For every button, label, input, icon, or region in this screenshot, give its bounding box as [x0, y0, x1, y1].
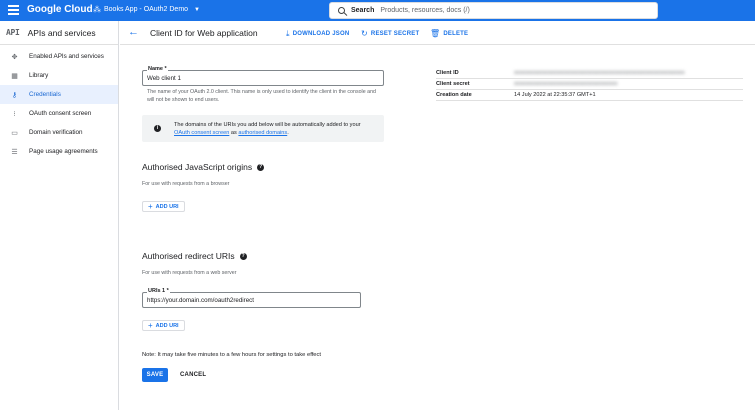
- api-icon: API: [6, 28, 20, 37]
- oauth-consent-screen-link[interactable]: OAuth consent screen: [174, 130, 229, 136]
- redirect-uri-field[interactable]: URIs 1 * https://your.domain.com/oauth2r…: [142, 288, 361, 308]
- info-text: The domains of the URIs you add below wi…: [174, 121, 374, 137]
- search-input[interactable]: Products, resources, docs (/): [380, 7, 469, 14]
- sidebar-item-label: Page usage agreements: [29, 148, 98, 155]
- key-icon: ⚷: [11, 91, 18, 99]
- sidebar-header: API APIs and services: [0, 21, 118, 45]
- page-header: ← Client ID for Web application ⤓ DOWNLO…: [120, 21, 755, 45]
- save-button[interactable]: SAVE: [142, 368, 168, 382]
- hub-icon: ✥: [11, 53, 18, 61]
- sidebar-item-enabled-apis[interactable]: ✥ Enabled APIs and services: [0, 47, 118, 66]
- project-name: Books App - OAuth2 Demo: [104, 6, 189, 13]
- redirect-uris-title: Authorised redirect URIs ?: [142, 251, 247, 261]
- sidebar-item-oauth-consent[interactable]: ⁝ OAuth consent screen: [0, 104, 118, 123]
- propagation-note: Note: It may take five minutes to a few …: [142, 352, 322, 358]
- reset-secret-label: RESET SECRET: [370, 30, 420, 37]
- domain-icon: ▭: [11, 129, 18, 137]
- help-icon[interactable]: ?: [239, 252, 247, 260]
- client-secret-row: Client secret xxxxxxxxxxxxxxxxxxxxxxxxxx…: [436, 79, 743, 90]
- info-text-part: The domains of the URIs you add below wi…: [174, 122, 361, 128]
- name-field-label: Name *: [147, 66, 168, 72]
- help-icon[interactable]: ?: [257, 163, 265, 171]
- name-input[interactable]: Web client 1: [147, 75, 181, 82]
- sidebar-item-domain-verification[interactable]: ▭ Domain verification: [0, 123, 118, 142]
- name-field[interactable]: Name * Web client 1: [142, 66, 384, 86]
- creation-date-label: Creation date: [436, 92, 472, 98]
- download-json-label: DOWNLOAD JSON: [292, 31, 350, 37]
- add-redirect-uri-button[interactable]: + ADD URI: [142, 320, 185, 331]
- client-id-row: Client ID xxxxxxxxxxxxxxxxxxxxxxxxxxxxxx…: [436, 68, 743, 79]
- sidebar-item-credentials[interactable]: ⚷ Credentials: [0, 85, 118, 104]
- trash-icon: 🗑: [430, 29, 441, 38]
- client-details: Client ID xxxxxxxxxxxxxxxxxxxxxxxxxxxxxx…: [436, 68, 743, 101]
- search-icon: [338, 7, 345, 14]
- client-secret-label: Client secret: [436, 81, 470, 87]
- sidebar-title: APIs and services: [27, 27, 96, 38]
- js-origins-title: Authorised JavaScript origins ?: [142, 162, 265, 172]
- hamburger-menu-icon[interactable]: [8, 5, 19, 16]
- creation-date-value: 14 July 2022 at 22:35:37 GMT+1: [514, 92, 596, 98]
- sidebar-item-page-usage[interactable]: ☰ Page usage agreements: [0, 142, 118, 161]
- add-uri-label: ADD URI: [155, 203, 179, 210]
- top-app-bar: Google Cloud ⁂ Books App - OAuth2 Demo ▼…: [0, 0, 755, 21]
- plus-icon: +: [148, 321, 153, 330]
- sidebar-item-label: Enabled APIs and services: [29, 53, 104, 60]
- project-selector[interactable]: ⁂ Books App - OAuth2 Demo ▼: [93, 5, 200, 14]
- authorised-domains-link[interactable]: authorised domains: [238, 130, 287, 136]
- client-id-label: Client ID: [436, 70, 459, 76]
- search-bar[interactable]: Search Products, resources, docs (/): [329, 2, 658, 19]
- plus-icon: +: [148, 202, 153, 211]
- info-text-part: .: [287, 130, 289, 136]
- refresh-icon: ↻: [361, 29, 368, 38]
- delete-button[interactable]: 🗑 DELETE: [430, 29, 468, 38]
- sidebar-item-label: Credentials: [29, 91, 61, 98]
- search-label: Search: [351, 7, 375, 14]
- client-secret-value[interactable]: xxxxxxxxxxxxxxxxxxxxxxxxxxxxxxxxxxxxx: [514, 81, 617, 87]
- sidebar: API APIs and services ✥ Enabled APIs and…: [0, 21, 119, 410]
- project-hierarchy-icon: ⁂: [93, 5, 101, 14]
- download-icon: ⤓: [286, 29, 290, 38]
- reset-secret-button[interactable]: ↻ RESET SECRET: [361, 29, 419, 38]
- sidebar-item-library[interactable]: ▦ Library: [0, 66, 118, 85]
- consent-icon: ⁝: [13, 110, 16, 118]
- page-title: Client ID for Web application: [150, 28, 258, 38]
- redirect-uris-title-text: Authorised redirect URIs: [142, 251, 235, 261]
- google-cloud-logo[interactable]: Google Cloud: [27, 4, 93, 15]
- add-uri-label: ADD URI: [155, 322, 179, 329]
- redirect-uris-subtitle: For use with requests from a web server: [142, 270, 237, 276]
- client-id-value[interactable]: xxxxxxxxxxxxxxxxxxxxxxxxxxxxxxxxxxxxxxxx…: [514, 70, 685, 76]
- sidebar-item-label: Domain verification: [29, 129, 83, 136]
- info-icon: i: [154, 125, 161, 132]
- sidebar-item-label: OAuth consent screen: [29, 110, 92, 117]
- js-origins-title-text: Authorised JavaScript origins: [142, 162, 253, 172]
- add-js-origin-uri-button[interactable]: + ADD URI: [142, 201, 185, 212]
- sidebar-item-label: Library: [29, 72, 49, 79]
- name-help-text: The name of your OAuth 2.0 client. This …: [147, 89, 376, 103]
- download-json-button[interactable]: ⤓ DOWNLOAD JSON: [286, 29, 349, 39]
- creation-date-row: Creation date 14 July 2022 at 22:35:37 G…: [436, 90, 743, 101]
- redirect-uri-input[interactable]: https://your.domain.com/oauth2redirect: [147, 297, 254, 304]
- chevron-down-icon: ▼: [194, 6, 200, 13]
- library-icon: ▦: [11, 72, 18, 80]
- info-banner: i The domains of the URIs you add below …: [142, 115, 384, 142]
- delete-label: DELETE: [443, 30, 469, 37]
- js-origins-subtitle: For use with requests from a browser: [142, 181, 230, 187]
- settings-list-icon: ☰: [11, 148, 18, 156]
- redirect-uri-label: URIs 1 *: [147, 288, 170, 294]
- cancel-button[interactable]: CANCEL: [180, 372, 206, 378]
- back-arrow-icon[interactable]: ←: [128, 26, 139, 38]
